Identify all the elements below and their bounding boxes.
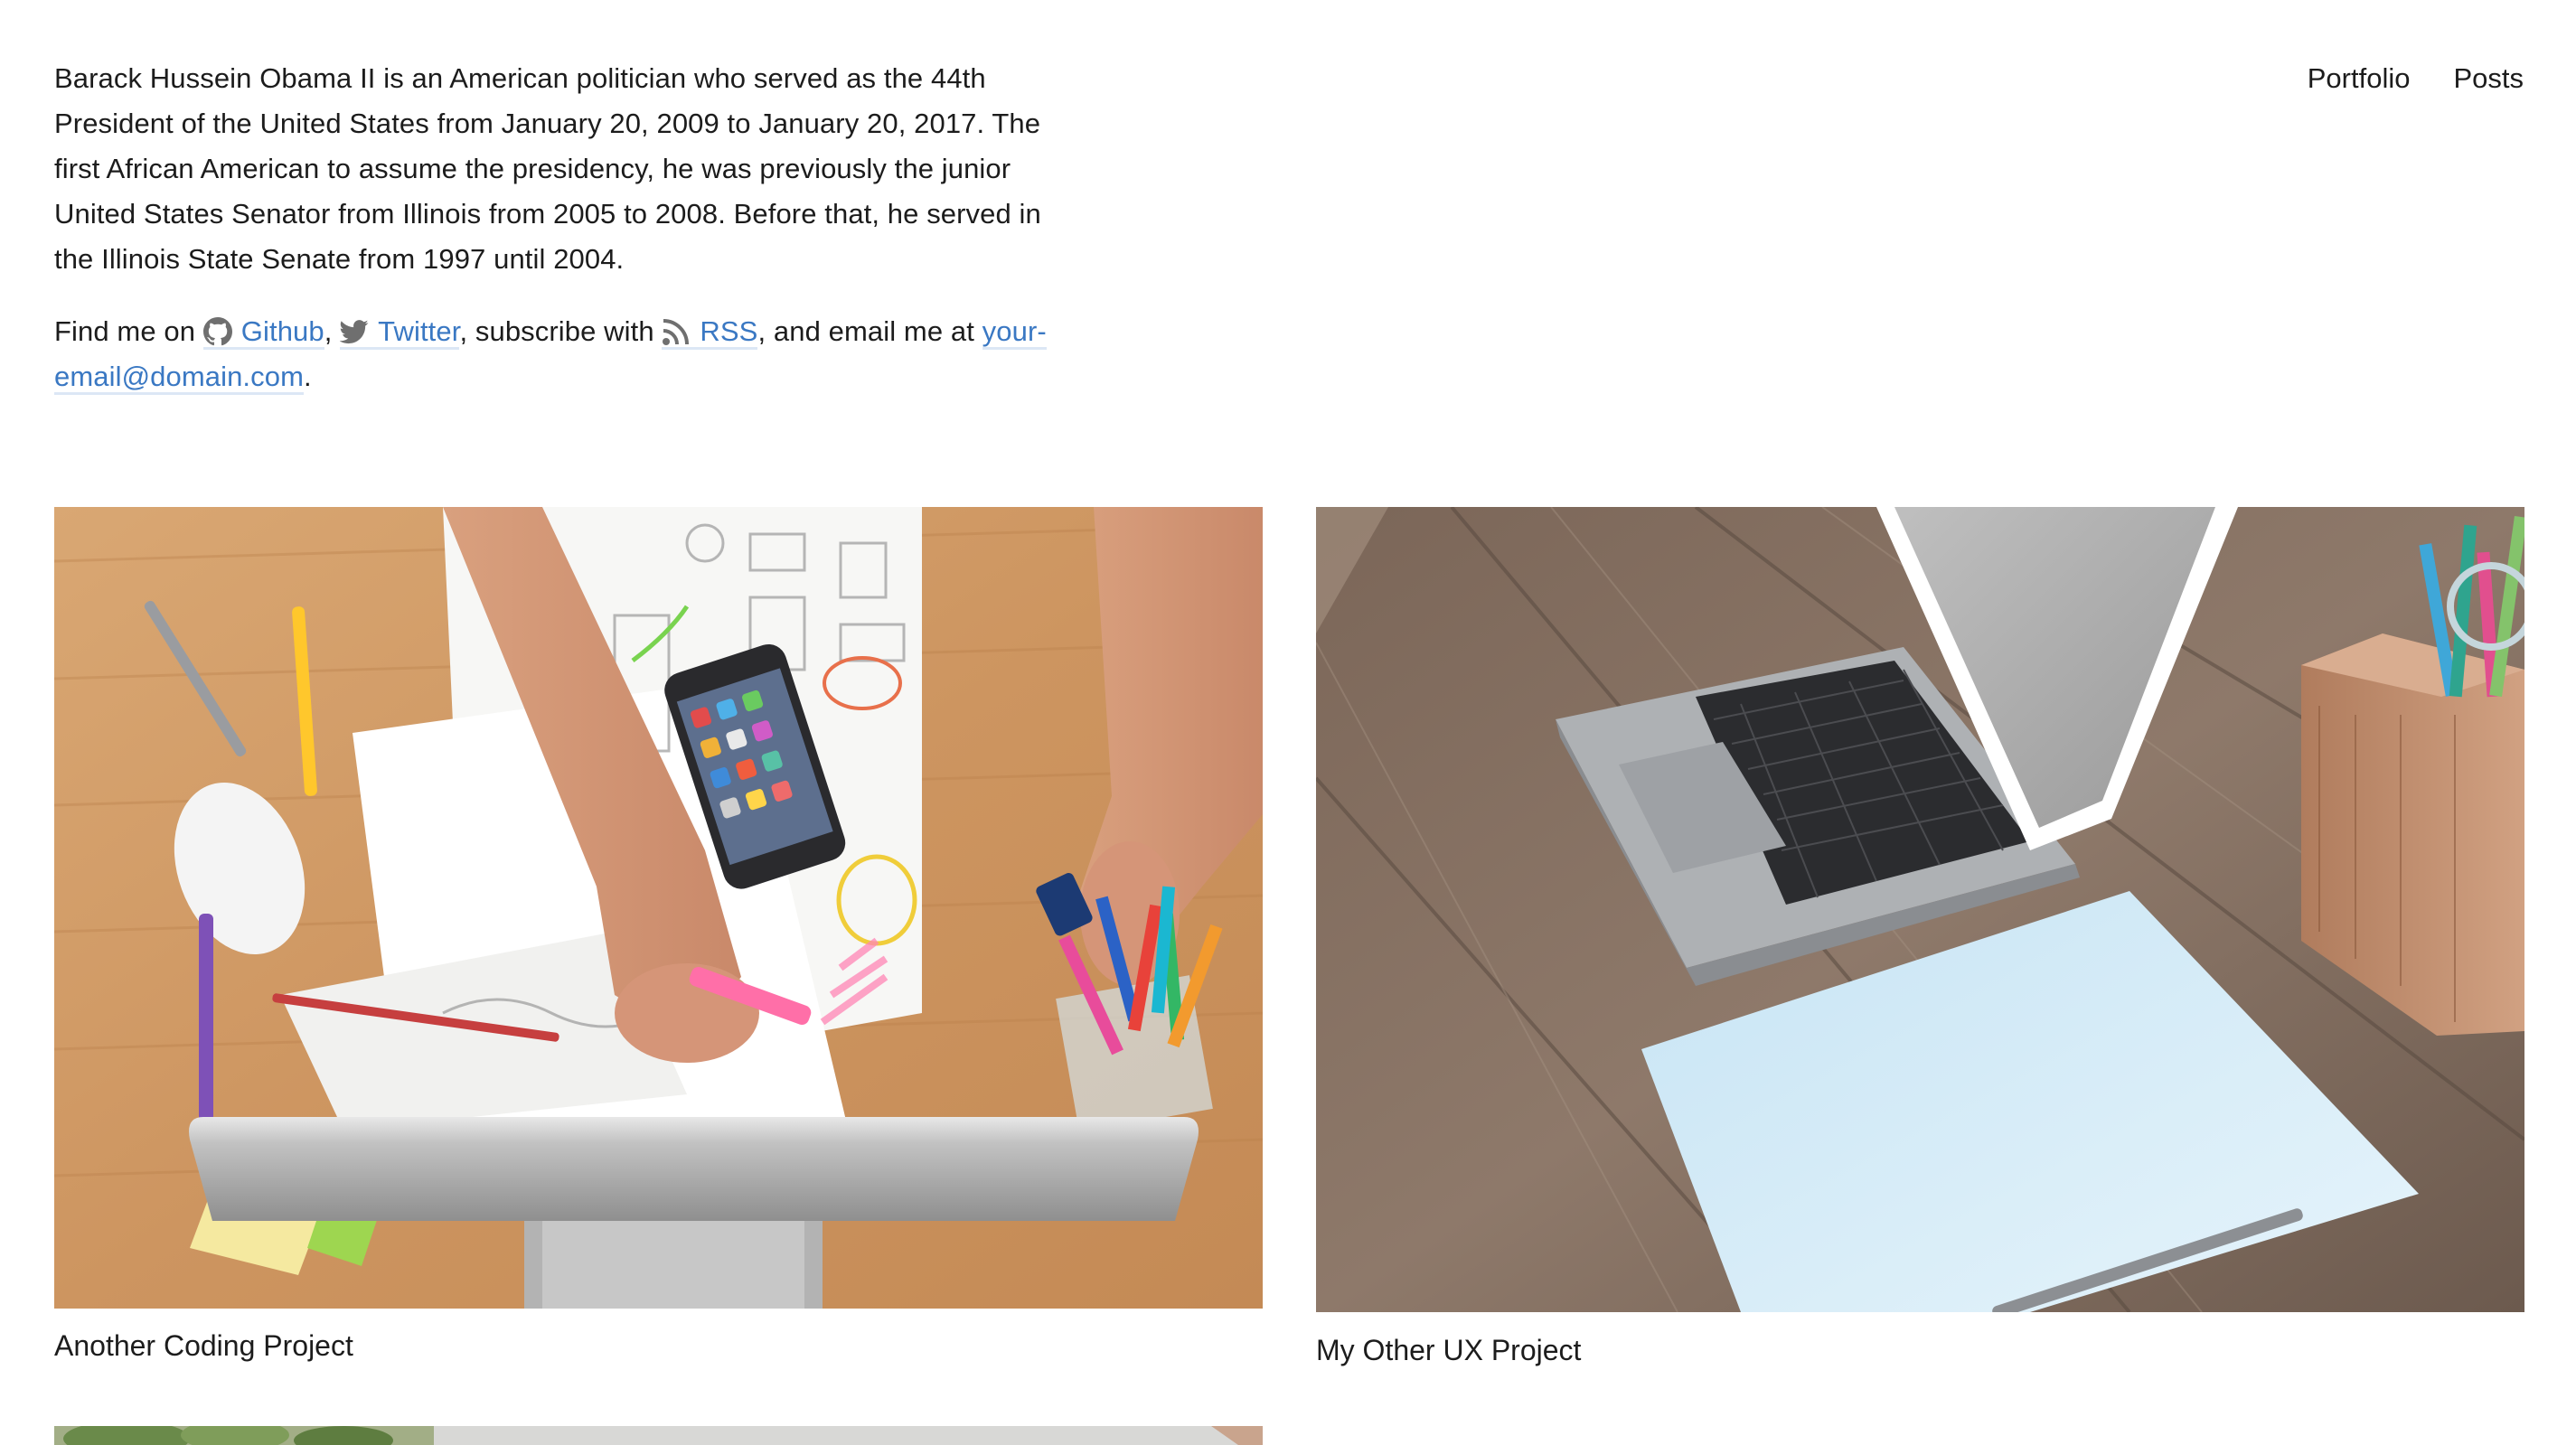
top-nav: Portfolio Posts	[2308, 56, 2524, 101]
email-prefix: , and email me at	[757, 315, 974, 347]
github-link[interactable]: Github	[202, 315, 324, 350]
find-me-prefix: Find me on	[54, 315, 196, 347]
rss-icon	[663, 319, 690, 345]
rss-link[interactable]: RSS	[662, 315, 758, 350]
project-thumbnail-link[interactable]	[54, 1426, 1263, 1445]
twitter-link[interactable]: Twitter	[340, 315, 460, 350]
rss-label: RSS	[700, 315, 758, 347]
project-card: Another Coding Project	[54, 507, 1263, 1364]
twitter-label: Twitter	[378, 315, 460, 347]
project-card: My Other UX Project	[1316, 507, 2524, 1368]
plant-photo-partial	[54, 1426, 1263, 1445]
nav-item-portfolio[interactable]: Portfolio	[2308, 56, 2411, 101]
subscribe-text: , subscribe with	[459, 315, 654, 347]
github-icon	[202, 317, 232, 346]
desk-top-down-coding-photo	[54, 507, 1263, 1309]
project-thumbnail-link[interactable]	[1316, 507, 2524, 1312]
bio-section: Barack Hussein Obama II is an American p…	[54, 56, 1067, 399]
bio-paragraph: Barack Hussein Obama II is an American p…	[54, 62, 1041, 275]
github-label: Github	[240, 315, 324, 347]
project-card	[54, 1426, 1263, 1445]
project-title[interactable]: My Other UX Project	[1316, 1332, 2524, 1368]
nav-item-posts[interactable]: Posts	[2453, 56, 2524, 101]
laptop-on-wooden-desk-photo	[1316, 507, 2524, 1312]
social-links-line: Find me on Github, Twitter, subscribe wi…	[54, 309, 1067, 399]
twitter-bird-icon	[340, 320, 369, 344]
project-title[interactable]: Another Coding Project	[54, 1328, 1263, 1364]
project-thumbnail-link[interactable]	[54, 507, 1263, 1309]
